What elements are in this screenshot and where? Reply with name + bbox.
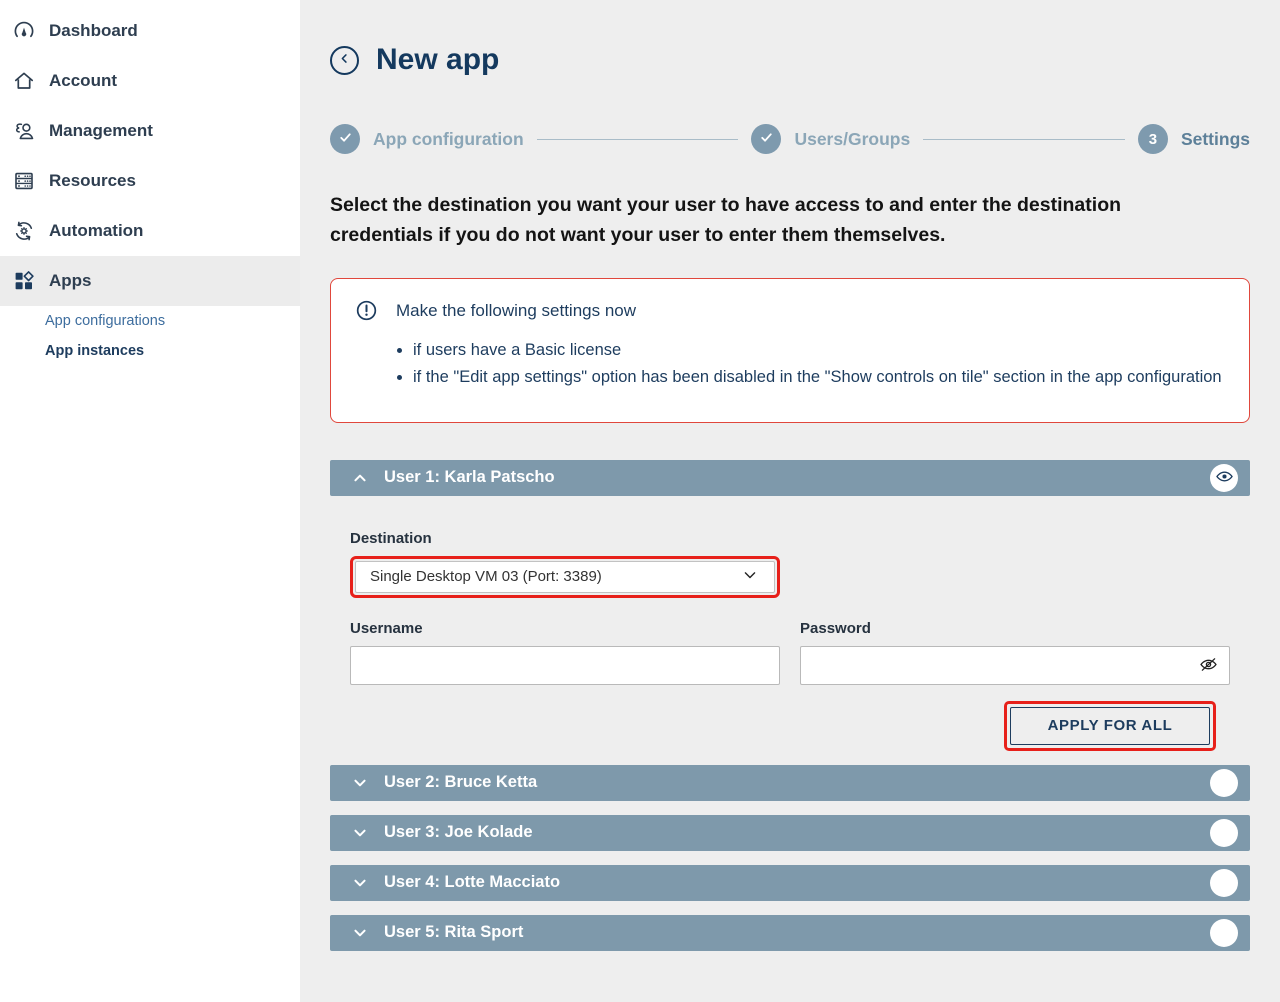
sidebar-item-automation[interactable]: Automation <box>0 206 300 256</box>
sidebar-subitem-label: App instances <box>45 343 144 359</box>
apps-icon <box>12 269 36 293</box>
page-header: New app <box>330 0 1250 78</box>
sidebar-item-dashboard[interactable]: Dashboard <box>0 6 300 56</box>
check-icon <box>337 129 354 150</box>
user-1-settings-panel: Destination Single Desktop VM 03 (Port: … <box>330 496 1250 751</box>
sidebar-item-label: Management <box>49 121 153 141</box>
chevron-down-icon <box>349 872 371 894</box>
sidebar-item-label: Dashboard <box>49 21 138 41</box>
step-app-configuration: App configuration <box>330 124 524 154</box>
gauge-icon <box>12 19 36 43</box>
stepper: App configuration Users/Groups 3 Setting… <box>330 124 1250 154</box>
chevron-down-icon <box>349 822 371 844</box>
server-icon <box>12 169 36 193</box>
password-label: Password <box>800 620 1230 637</box>
eye-icon <box>1215 467 1234 489</box>
sidebar-item-apps[interactable]: Apps <box>0 256 300 306</box>
step-connector <box>537 139 739 140</box>
step-connector <box>923 139 1125 140</box>
accordion-user-1[interactable]: User 1: Karla Patscho <box>330 460 1250 496</box>
check-icon <box>758 129 775 150</box>
page-description: Select the destination you want your use… <box>330 190 1210 250</box>
sidebar-subitem-app-configurations[interactable]: App configurations <box>0 306 300 336</box>
users-icon <box>12 119 36 143</box>
annotation-highlight-apply: APPLY FOR ALL <box>1004 701 1216 751</box>
visibility-toggle-button[interactable] <box>1210 769 1238 797</box>
accordion-user-4[interactable]: User 4: Lotte Macciato <box>330 865 1250 901</box>
automation-icon <box>12 219 36 243</box>
sidebar-subitem-label: App configurations <box>45 313 165 329</box>
notice-box: Make the following settings now if users… <box>330 278 1250 423</box>
destination-label: Destination <box>350 530 1230 547</box>
home-icon <box>12 69 36 93</box>
step-label: Users/Groups <box>794 129 910 150</box>
back-button[interactable] <box>330 46 359 75</box>
chevron-down-icon <box>740 565 760 589</box>
username-label: Username <box>350 620 780 637</box>
step-number-circle[interactable]: 3 <box>1138 124 1168 154</box>
visibility-toggle-button[interactable] <box>1210 819 1238 847</box>
visibility-toggle-button[interactable] <box>1210 869 1238 897</box>
chevron-up-icon <box>349 467 371 489</box>
sidebar-item-account[interactable]: Account <box>0 56 300 106</box>
destination-select[interactable]: Single Desktop VM 03 (Port: 3389) <box>355 561 775 593</box>
visibility-toggle-button[interactable] <box>1210 919 1238 947</box>
main-content: New app App configuration Users/Groups <box>300 0 1280 1002</box>
notice-bullet: if users have a Basic license <box>413 338 1225 363</box>
chevron-down-icon <box>349 772 371 794</box>
step-label: Settings <box>1181 129 1250 150</box>
step-complete-circle[interactable] <box>330 124 360 154</box>
sidebar-item-management[interactable]: Management <box>0 106 300 156</box>
accordion-user-5[interactable]: User 5: Rita Sport <box>330 915 1250 951</box>
accordion-title: User 1: Karla Patscho <box>384 468 555 487</box>
sidebar-item-label: Apps <box>49 271 92 291</box>
destination-selected-value: Single Desktop VM 03 (Port: 3389) <box>370 568 602 585</box>
apply-for-all-button[interactable]: APPLY FOR ALL <box>1010 707 1210 745</box>
username-input[interactable] <box>350 646 780 685</box>
sidebar-item-label: Account <box>49 71 117 91</box>
sidebar: Dashboard Account Management Resources A… <box>0 0 300 1002</box>
visibility-toggle-button[interactable] <box>1210 464 1238 492</box>
accordion-title: User 3: Joe Kolade <box>384 823 533 842</box>
chevron-down-icon <box>349 922 371 944</box>
chevron-left-icon <box>336 50 353 70</box>
step-complete-circle[interactable] <box>751 124 781 154</box>
sidebar-item-label: Automation <box>49 221 143 241</box>
accordion-user-3[interactable]: User 3: Joe Kolade <box>330 815 1250 851</box>
notice-bullet-list: if users have a Basic license if the "Ed… <box>395 338 1225 390</box>
annotation-highlight-destination: Single Desktop VM 03 (Port: 3389) <box>350 556 780 598</box>
page-title: New app <box>376 42 499 78</box>
accordion-title: User 4: Lotte Macciato <box>384 873 560 892</box>
step-settings: 3 Settings <box>1138 124 1250 154</box>
notice-title: Make the following settings now <box>396 301 636 321</box>
notice-bullet: if the "Edit app settings" option has be… <box>413 365 1225 390</box>
step-label: App configuration <box>373 129 524 150</box>
accordion-user-2[interactable]: User 2: Bruce Ketta <box>330 765 1250 801</box>
password-input[interactable] <box>800 646 1230 685</box>
accordion-title: User 2: Bruce Ketta <box>384 773 537 792</box>
password-visibility-button[interactable] <box>1195 652 1221 678</box>
step-users-groups: Users/Groups <box>751 124 910 154</box>
eye-slash-icon <box>1198 663 1219 678</box>
sidebar-item-resources[interactable]: Resources <box>0 156 300 206</box>
exclamation-circle-icon <box>355 299 378 322</box>
accordion-title: User 5: Rita Sport <box>384 923 523 942</box>
sidebar-subitem-app-instances[interactable]: App instances <box>0 336 300 366</box>
sidebar-item-label: Resources <box>49 171 136 191</box>
